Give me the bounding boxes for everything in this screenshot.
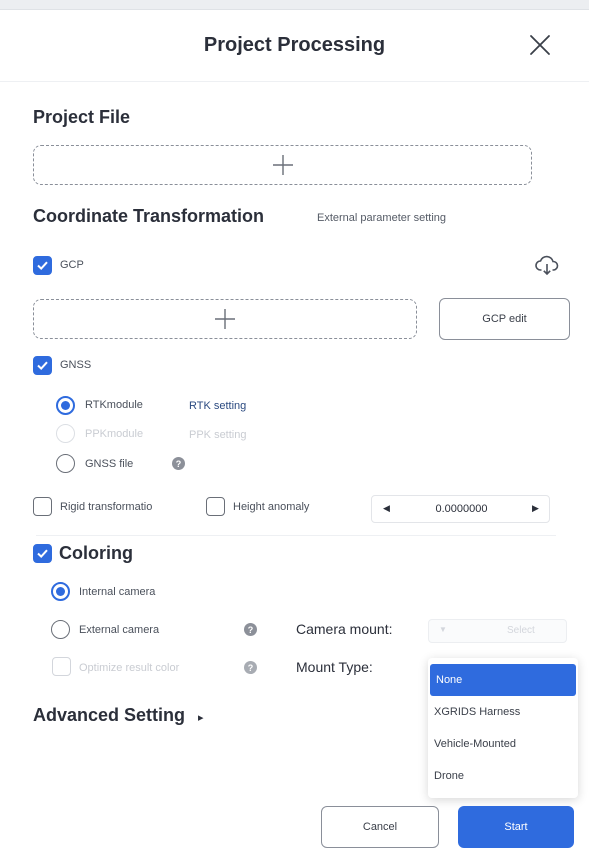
height-anomaly-label: Height anomaly [233, 501, 310, 513]
rtk-module-radio[interactable] [56, 396, 75, 415]
checkmark-icon [37, 261, 48, 271]
gnss-checkbox[interactable] [33, 356, 52, 375]
optimize-result-color-label: Optimize result color [79, 662, 180, 674]
start-button[interactable]: Start [458, 806, 574, 848]
mount-type-label: Mount Type: [296, 659, 373, 675]
project-file-heading: Project File [33, 107, 131, 127]
window-top-strip [0, 0, 589, 10]
gnss-label: GNSS [60, 359, 92, 371]
gnss-file-label: GNSS file [85, 458, 134, 470]
mount-type-option[interactable]: XGRIDS Harness [428, 696, 578, 728]
height-anomaly-stepper[interactable]: ◀ 0.0000000 ▶ [371, 495, 550, 523]
camera-mount-label: Camera mount: [296, 621, 393, 637]
advanced-setting-toggle[interactable]: Advanced Setting ▸ [33, 705, 204, 726]
coloring-heading: Coloring [59, 543, 133, 563]
gcp-file-dropzone[interactable] [33, 299, 417, 339]
cloud-download-icon[interactable] [535, 254, 559, 276]
dropdown-arrow-icon: ▼ [439, 625, 447, 634]
mount-type-option[interactable]: None [430, 664, 576, 696]
advanced-setting-label: Advanced Setting [33, 705, 186, 725]
help-icon[interactable]: ? [244, 623, 257, 636]
mount-type-dropdown-list: None XGRIDS Harness Vehicle-Mounted Dron… [428, 658, 578, 798]
gcp-checkbox[interactable] [33, 256, 52, 275]
external-camera-label: External camera [79, 624, 160, 636]
project-file-dropzone[interactable] [33, 145, 532, 185]
internal-camera-radio[interactable] [51, 582, 70, 601]
ppk-module-label: PPKmodule [85, 428, 144, 440]
dialog-title: Project Processing [203, 34, 386, 56]
rigid-transformation-checkbox[interactable] [33, 497, 52, 516]
optimize-result-color-checkbox[interactable] [52, 657, 71, 676]
plus-icon [272, 155, 293, 175]
close-icon[interactable] [528, 33, 552, 57]
camera-mount-value: Select [507, 625, 535, 636]
checkmark-icon [37, 549, 48, 559]
internal-camera-label: Internal camera [79, 586, 156, 598]
divider [36, 535, 556, 536]
checkmark-icon [37, 361, 48, 371]
height-anomaly-checkbox[interactable] [206, 497, 225, 516]
gcp-edit-button[interactable]: GCP edit [439, 298, 570, 340]
coordinate-transformation-heading: Coordinate Transformation [33, 206, 265, 226]
mount-type-option[interactable]: Drone [428, 760, 578, 792]
external-camera-radio[interactable] [51, 620, 70, 639]
increment-arrow-icon[interactable]: ▶ [532, 503, 539, 514]
gnss-file-radio[interactable] [56, 454, 75, 473]
external-parameter-setting-link[interactable]: External parameter setting [317, 212, 446, 224]
ppk-module-radio[interactable] [56, 424, 75, 443]
help-icon[interactable]: ? [172, 457, 185, 470]
ppk-setting-link[interactable]: PPK setting [189, 429, 246, 441]
expand-arrow-icon: ▸ [198, 712, 204, 724]
cancel-button[interactable]: Cancel [321, 806, 439, 848]
mount-type-option[interactable]: Vehicle-Mounted [428, 728, 578, 760]
coloring-checkbox[interactable] [33, 544, 52, 563]
dialog-header: Project Processing [0, 10, 589, 82]
rtk-setting-link[interactable]: RTK setting [189, 400, 246, 412]
gcp-label: GCP [60, 259, 84, 271]
plus-icon [215, 309, 235, 329]
camera-mount-select[interactable]: ▼ Select [428, 619, 567, 643]
rtk-module-label: RTKmodule [85, 399, 143, 411]
height-anomaly-value[interactable]: 0.0000000 [372, 503, 551, 515]
rigid-transformation-label: Rigid transformatio [60, 501, 153, 513]
help-icon[interactable]: ? [244, 661, 257, 674]
